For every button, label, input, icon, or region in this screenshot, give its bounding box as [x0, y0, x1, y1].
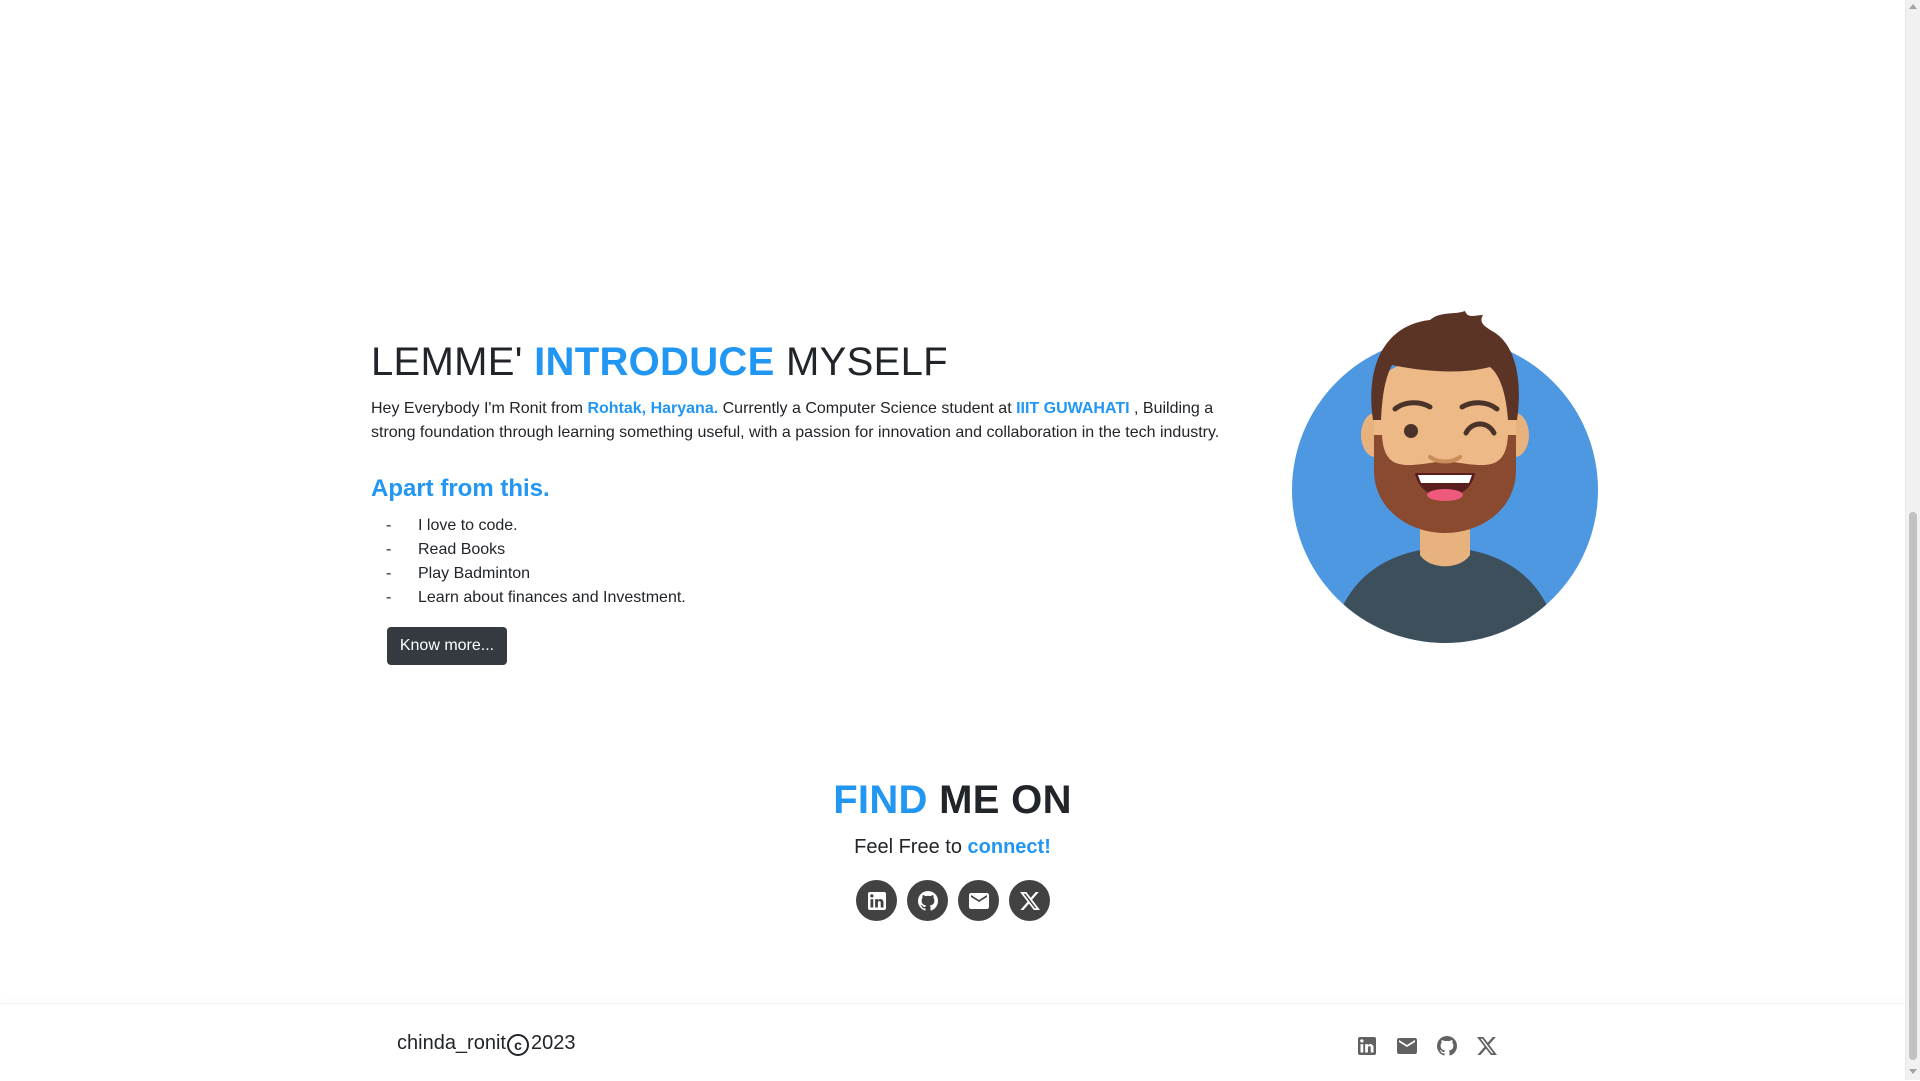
linkedin-icon — [1358, 1037, 1376, 1055]
know-more-button[interactable]: Know more... — [387, 627, 507, 665]
mail-button[interactable] — [958, 880, 999, 921]
copyright-text: chinda_ronit c 2023 — [397, 1032, 576, 1056]
footer-year: 2023 — [530, 1032, 576, 1054]
intro-paragraph: Hey Everybody I'm Ronit from Rohtak, Har… — [371, 397, 1231, 445]
x-icon — [1019, 891, 1040, 910]
footer-linkedin-link[interactable] — [1355, 1034, 1379, 1058]
find-me-sub-pre: Feel Free to — [854, 836, 968, 858]
avatar — [1292, 311, 1598, 643]
x-button[interactable] — [1009, 880, 1050, 921]
scrollbar-thumb[interactable] — [1909, 512, 1917, 1060]
apart-heading: Apart from this. — [371, 475, 550, 502]
list-item: Read Books — [386, 538, 686, 562]
footer-github-link[interactable] — [1435, 1034, 1459, 1058]
list-item: Learn about finances and Investment. — [386, 586, 686, 610]
intro-location: Rohtak, Haryana. — [587, 400, 719, 417]
footer-social-links — [1355, 1034, 1499, 1058]
intro-heading-post: MYSELF — [786, 340, 948, 384]
footer-mail-link[interactable] — [1395, 1034, 1419, 1058]
linkedin-icon — [867, 891, 886, 910]
find-me-accent: FIND — [833, 778, 928, 822]
x-icon — [1477, 1037, 1497, 1055]
intro-heading-pre: LEMME' — [371, 340, 523, 384]
intro-text-2: Currently a Computer Science student at — [718, 400, 1017, 417]
find-me-heading: FIND ME ON — [0, 778, 1905, 823]
footer: chinda_ronit c 2023 — [0, 1003, 1905, 1081]
github-icon — [1437, 1036, 1457, 1056]
footer-x-link[interactable] — [1475, 1034, 1499, 1058]
copyright-icon: c — [506, 1033, 529, 1056]
page: LEMME' INTRODUCE MYSELF Hey Everybody I'… — [0, 0, 1905, 1080]
github-button[interactable] — [907, 880, 948, 921]
linkedin-button[interactable] — [856, 880, 897, 921]
find-me-sub-accent: connect! — [967, 836, 1051, 858]
list-item: Play Badminton — [386, 562, 686, 586]
intro-heading-accent: INTRODUCE — [534, 340, 775, 384]
find-me-subtitle: Feel Free to connect! — [0, 836, 1905, 859]
mail-icon — [1397, 1038, 1417, 1054]
intro-heading: LEMME' INTRODUCE MYSELF — [371, 340, 948, 385]
mail-icon — [968, 892, 989, 909]
social-links — [856, 880, 1050, 921]
intro-text-1: Hey Everybody I'm Ronit from — [371, 400, 588, 417]
list-item: I love to code. — [386, 514, 686, 538]
scroll-down-arrow-icon[interactable] — [1909, 1069, 1917, 1074]
footer-handle: chinda_ronit — [397, 1032, 506, 1054]
scrollbar[interactable] — [1905, 0, 1920, 1080]
find-me-rest: ME ON — [939, 778, 1072, 822]
hobby-list: I love to code. Read Books Play Badminto… — [386, 514, 686, 610]
github-icon — [917, 890, 938, 911]
scroll-up-arrow-icon[interactable] — [1909, 4, 1917, 9]
intro-college: IIIT GUWAHATI — [1016, 400, 1130, 417]
